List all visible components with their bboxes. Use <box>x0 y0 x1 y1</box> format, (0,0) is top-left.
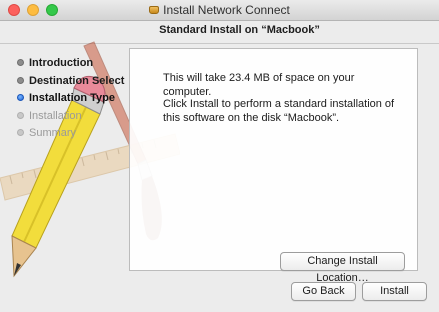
content-panel: This will take 23.4 MB of space on your … <box>129 48 418 284</box>
step-bullet-icon <box>17 59 24 66</box>
step-summary: Summary <box>17 126 137 144</box>
page-title: Standard Install on “Macbook” <box>159 24 320 36</box>
step-label: Destination Select <box>29 74 125 87</box>
header-divider <box>0 43 439 44</box>
step-installation-type: Installation Type <box>17 91 137 109</box>
step-label: Installation Type <box>29 92 115 104</box>
installer-steps: Introduction Destination Select Installa… <box>17 56 137 144</box>
change-install-location-button[interactable]: Change Install Location… <box>280 252 405 284</box>
step-bullet-icon <box>17 111 24 119</box>
step-introduction: Introduction <box>17 56 137 74</box>
step-installation: Installation <box>17 109 137 127</box>
install-button[interactable]: Install <box>362 282 427 301</box>
step-label: Summary <box>29 127 77 139</box>
installer-window: Install Network Connect Standard Install… <box>0 0 439 312</box>
install-instruction-text: Click Install to perform a standard inst… <box>163 98 395 124</box>
step-bullet-icon <box>17 94 24 101</box>
step-destination-select: Destination Select <box>17 74 137 92</box>
step-bullet-icon <box>17 129 24 136</box>
package-icon <box>149 6 160 14</box>
window-title: Install Network Connect <box>163 3 290 17</box>
step-bullet-icon <box>17 76 24 84</box>
window-title-group: Install Network Connect <box>0 3 439 17</box>
step-label: Installation <box>29 109 82 122</box>
go-back-button[interactable]: Go Back <box>291 282 356 301</box>
step-label: Introduction <box>29 57 94 69</box>
title-bar[interactable]: Install Network Connect <box>0 0 439 21</box>
space-required-text: This will take 23.4 MB of space on your … <box>163 72 355 98</box>
